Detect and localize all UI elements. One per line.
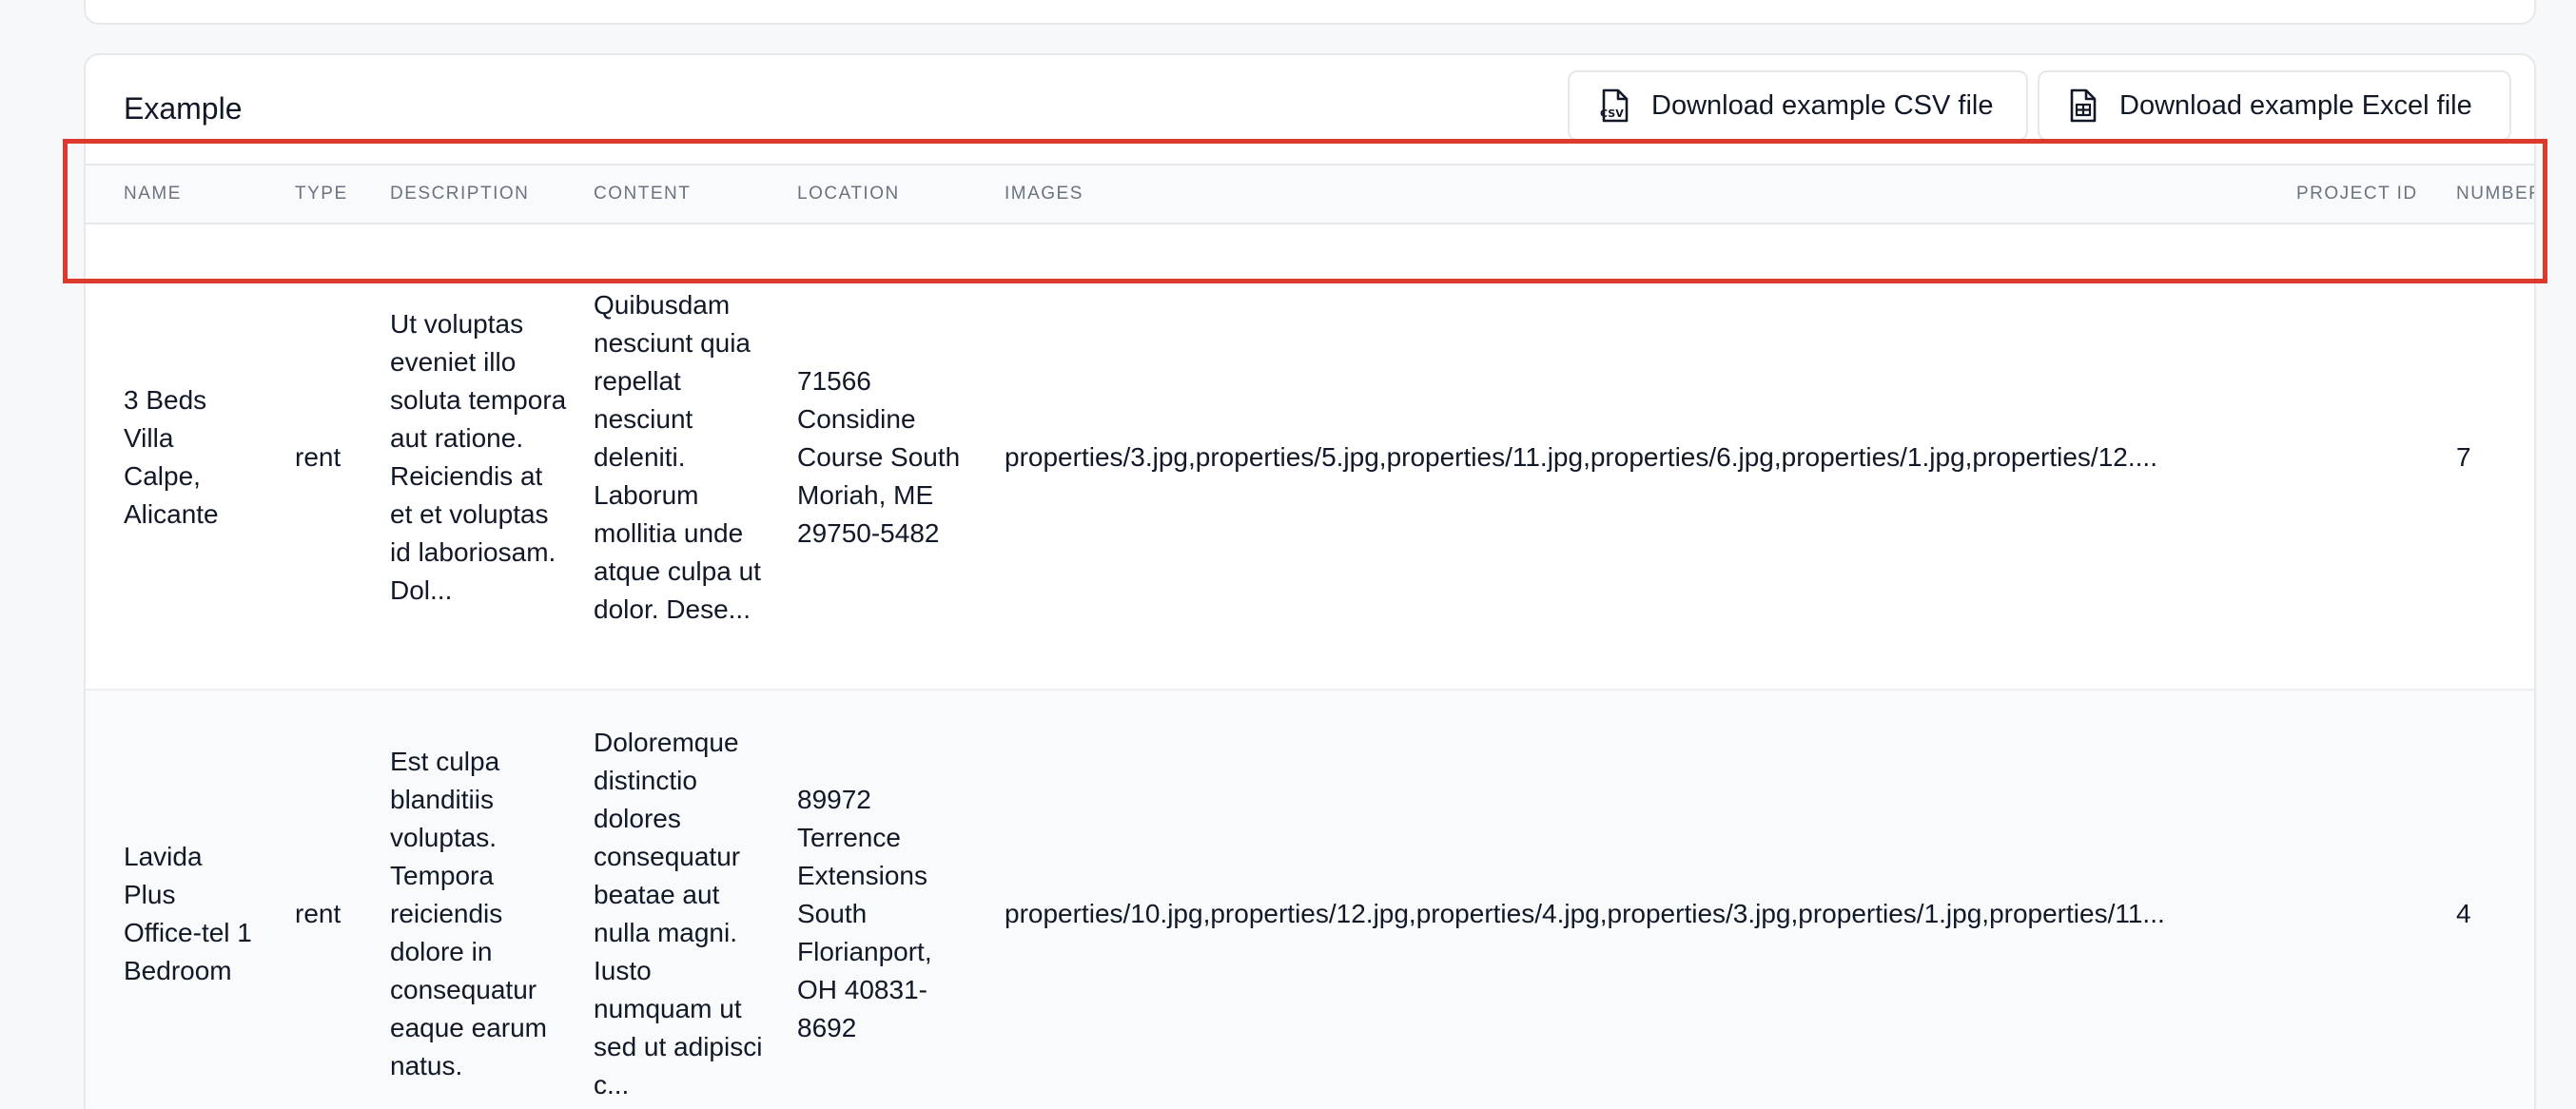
card-header: Example CSV Download example CSV file Do… <box>86 55 2534 164</box>
column-header-description[interactable]: Description <box>390 165 529 223</box>
download-csv-label: Download example CSV file <box>1651 89 1994 121</box>
column-header-project-id[interactable]: Project ID <box>2296 165 2418 223</box>
properties-table: Name Type Description Content Location I… <box>86 164 2534 1109</box>
csv-file-icon: CSV <box>1598 88 1630 124</box>
cell-name: 3 Beds Villa Calpe, Alicante <box>124 385 219 529</box>
download-excel-button[interactable]: Download example Excel file <box>2038 70 2511 141</box>
cell-type: rent <box>295 442 342 472</box>
cell-type: rent <box>295 899 342 928</box>
column-header-number[interactable]: Number <box>2456 165 2534 223</box>
cell-location: 89972 Terrence Extensions South Florianp… <box>797 785 932 1042</box>
page: Example CSV Download example CSV file Do… <box>0 0 2576 1109</box>
column-header-type[interactable]: Type <box>295 165 348 223</box>
cell-description: Ut voluptas eveniet illo soluta tempora … <box>390 309 567 605</box>
table-header: Name Type Description Content Location I… <box>86 164 2534 224</box>
cell-number: 4 <box>2456 899 2471 928</box>
card-title: Example <box>124 91 243 126</box>
table-row[interactable]: Lavida Plus Office-tel 1 Bedroom rent Es… <box>86 691 2534 1109</box>
column-header-name[interactable]: Name <box>124 165 182 223</box>
cell-description: Est culpa blanditiis voluptas. Tempora r… <box>390 747 548 1080</box>
cell-number: 7 <box>2456 442 2471 472</box>
table-row[interactable]: 3 Beds Villa Calpe, Alicante rent Ut vol… <box>86 224 2534 691</box>
cell-location: 71566 Considine Course South Moriah, ME … <box>797 366 961 548</box>
cell-name: Lavida Plus Office-tel 1 Bedroom <box>124 842 252 985</box>
excel-file-icon <box>2068 88 2098 124</box>
cell-content: Doloremque distinctio dolores consequatu… <box>594 728 763 1099</box>
svg-text:CSV: CSV <box>1600 107 1624 120</box>
column-header-images[interactable]: Images <box>1005 165 1083 223</box>
cell-images: properties/3.jpg,properties/5.jpg,proper… <box>1005 442 2157 472</box>
example-card: Example CSV Download example CSV file Do… <box>84 53 2536 1109</box>
column-header-content[interactable]: Content <box>594 165 691 223</box>
previous-card <box>84 0 2536 25</box>
cell-content: Quibusdam nesciunt quia repellat nesciun… <box>594 290 761 624</box>
download-excel-label: Download example Excel file <box>2119 89 2472 121</box>
download-csv-button[interactable]: CSV Download example CSV file <box>1568 70 2028 141</box>
column-header-location[interactable]: Location <box>797 165 900 223</box>
cell-images: properties/10.jpg,properties/12.jpg,prop… <box>1005 899 2165 928</box>
